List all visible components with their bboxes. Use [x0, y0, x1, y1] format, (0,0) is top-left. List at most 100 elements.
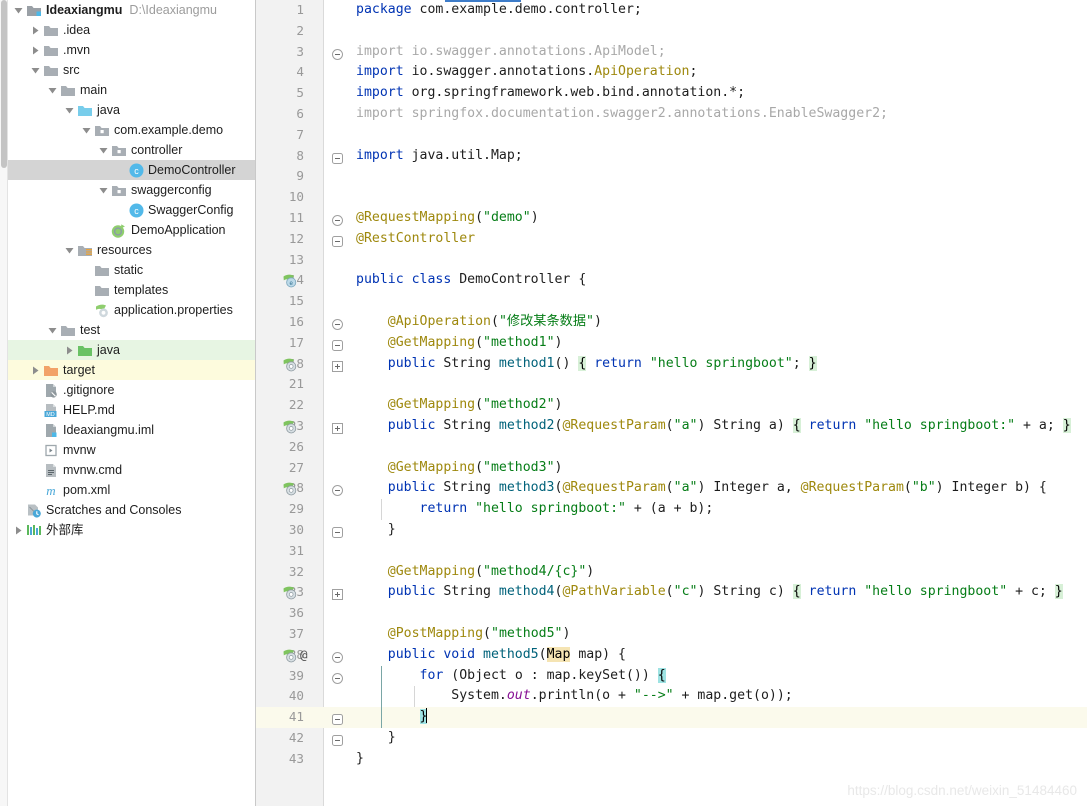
- tree-item-resources[interactable]: resources: [8, 240, 255, 260]
- code-line[interactable]: 31: [256, 541, 1087, 562]
- code-line[interactable]: 39 for (Object o : map.keySet()) {: [256, 665, 1087, 687]
- code-line[interactable]: 7: [256, 125, 1087, 146]
- tree-item-java[interactable]: java: [8, 100, 255, 120]
- spring-url-icon[interactable]: [282, 648, 297, 663]
- project-panel-scrollbar-thumb[interactable]: [1, 0, 7, 168]
- tree-item-controller[interactable]: controller: [8, 140, 255, 160]
- code-line[interactable]: 18 public String method1() { return "hel…: [256, 354, 1087, 375]
- code-line[interactable]: 16 @ApiOperation("修改某条数据"): [256, 312, 1087, 333]
- tree-item-.idea[interactable]: .idea: [8, 20, 255, 40]
- code-line[interactable]: 5 import org.springframework.web.bind.ann…: [256, 83, 1087, 104]
- fold-toggle-plus[interactable]: [332, 421, 343, 434]
- code-line[interactable]: 42 }: [256, 728, 1087, 749]
- chevron-down-icon[interactable]: [46, 320, 59, 340]
- spring-url-icon[interactable]: [282, 481, 297, 496]
- tree-item-ideaxiangmu.iml[interactable]: Ideaxiangmu.iml: [8, 420, 255, 440]
- chevron-right-icon[interactable]: [29, 20, 42, 40]
- chevron-down-icon[interactable]: [46, 80, 59, 100]
- code-line[interactable]: 17 @GetMapping("method1"): [256, 333, 1087, 354]
- chevron-down-icon[interactable]: [12, 0, 25, 20]
- chevron-down-icon[interactable]: [97, 140, 110, 160]
- fold-toggle-end-top[interactable]: [332, 671, 343, 684]
- tree-item-target[interactable]: target: [8, 360, 255, 380]
- tree-item-swaggerconfig[interactable]: swaggerconfig: [8, 180, 255, 200]
- project-tree[interactable]: Ideaxiangmu D:\Ideaxiangmu .idea .mvn src mai…: [8, 0, 255, 540]
- chevron-down-icon[interactable]: [97, 180, 110, 200]
- fold-toggle-end-top[interactable]: [332, 47, 343, 60]
- fold-toggle-end-top[interactable]: [332, 317, 343, 330]
- fold-toggle-end-bot[interactable]: [332, 712, 343, 726]
- code-lines[interactable]: 1 package com.example.demo.controller; 2 3 i…: [256, 0, 1087, 806]
- code-line[interactable]: 1 package com.example.demo.controller;: [256, 0, 1087, 21]
- code-line[interactable]: 3 import io.swagger.annotations.ApiModel;: [256, 42, 1087, 63]
- code-line[interactable]: 13: [256, 250, 1087, 271]
- spring-url-icon[interactable]: [282, 585, 297, 600]
- code-line[interactable]: 40 System.out.println(o + "-->" + map.ge…: [256, 686, 1087, 708]
- tree-item-pom.xml[interactable]: m pom.xml: [8, 480, 255, 500]
- code-line[interactable]: 26: [256, 437, 1087, 458]
- code-line[interactable]: 38 @ public void method5(Map map) {: [256, 645, 1087, 666]
- code-line[interactable]: 30 }: [256, 520, 1087, 541]
- tree-item-templates[interactable]: templates: [8, 280, 255, 300]
- chevron-right-icon[interactable]: [12, 520, 25, 540]
- tree-item-application.properties[interactable]: application.properties: [8, 300, 255, 320]
- fold-toggle-end-bot[interactable]: [332, 234, 343, 247]
- tree-item--[interactable]: 外部库: [8, 520, 255, 540]
- tree-item-main[interactable]: main: [8, 80, 255, 100]
- code-line[interactable]: 4 import io.swagger.annotations.ApiOperat…: [256, 62, 1087, 83]
- code-line[interactable]: 9: [256, 166, 1087, 187]
- code-line[interactable]: 37 @PostMapping("method5"): [256, 624, 1087, 645]
- tree-item-scratches-and-consoles[interactable]: Scratches and Consoles: [8, 500, 255, 520]
- tree-item-demoapplication[interactable]: DemoApplication: [8, 220, 255, 240]
- chevron-right-icon[interactable]: [29, 360, 42, 380]
- tree-item-com.example.demo[interactable]: com.example.demo: [8, 120, 255, 140]
- tree-item-mvnw.cmd[interactable]: mvnw.cmd: [8, 460, 255, 480]
- fold-toggle-end-top[interactable]: [332, 650, 343, 663]
- code-line[interactable]: 32 @GetMapping("method4/{c}"): [256, 562, 1087, 583]
- code-line[interactable]: 27 @GetMapping("method3"): [256, 458, 1087, 479]
- chevron-down-icon[interactable]: [63, 100, 76, 120]
- code-line[interactable]: 41 }: [256, 707, 1087, 728]
- code-line[interactable]: 6 import springfox.documentation.swagger2…: [256, 104, 1087, 125]
- chevron-right-icon[interactable]: [63, 340, 76, 360]
- tree-item-.gitignore[interactable]: .gitignore: [8, 380, 255, 400]
- annotation-marker-icon[interactable]: @: [300, 645, 308, 666]
- fold-toggle-end-bot[interactable]: [332, 525, 343, 538]
- chevron-right-icon[interactable]: [29, 40, 42, 60]
- code-line[interactable]: 21: [256, 374, 1087, 395]
- code-line[interactable]: 10: [256, 187, 1087, 208]
- fold-toggle-end-bot[interactable]: [332, 151, 343, 164]
- code-line[interactable]: 15: [256, 291, 1087, 312]
- code-line[interactable]: 11 @RequestMapping("demo"): [256, 208, 1087, 229]
- code-line[interactable]: 36: [256, 603, 1087, 624]
- fold-toggle-plus[interactable]: [332, 359, 343, 372]
- chevron-down-icon[interactable]: [80, 120, 93, 140]
- fold-toggle-plus[interactable]: [332, 587, 343, 601]
- spring-url-icon[interactable]: [282, 357, 297, 372]
- project-tool-window[interactable]: Ideaxiangmu D:\Ideaxiangmu .idea .mvn src mai…: [0, 0, 256, 806]
- tree-item-help.md[interactable]: MD HELP.md: [8, 400, 255, 420]
- tree-item-.mvn[interactable]: .mvn: [8, 40, 255, 60]
- chevron-down-icon[interactable]: [29, 60, 42, 80]
- code-line[interactable]: 33 public String method4(@PathVariable("…: [256, 582, 1087, 603]
- fold-toggle-end-bot[interactable]: [332, 733, 343, 746]
- tree-item-ideaxiangmu[interactable]: Ideaxiangmu D:\Ideaxiangmu: [8, 0, 255, 20]
- spring-url-icon[interactable]: [282, 419, 297, 434]
- chevron-down-icon[interactable]: [63, 240, 76, 260]
- tree-item-test[interactable]: test: [8, 320, 255, 340]
- code-line[interactable]: 12 @RestController: [256, 229, 1087, 250]
- code-line[interactable]: 2: [256, 21, 1087, 42]
- tree-item-mvnw[interactable]: mvnw: [8, 440, 255, 460]
- code-line[interactable]: 28 public String method3(@RequestParam("…: [256, 478, 1087, 499]
- code-line[interactable]: 23 public String method2(@RequestParam("…: [256, 416, 1087, 437]
- code-line[interactable]: 22 @GetMapping("method2"): [256, 395, 1087, 416]
- project-panel-scrollbar[interactable]: [0, 0, 8, 806]
- tree-item-swaggerconfig[interactable]: c SwaggerConfig: [8, 200, 255, 220]
- spring-bean-icon[interactable]: e: [282, 273, 297, 288]
- tree-item-src[interactable]: src: [8, 60, 255, 80]
- code-line[interactable]: 8 import java.util.Map;: [256, 146, 1087, 167]
- code-line[interactable]: 14 e public class DemoController {: [256, 270, 1087, 291]
- fold-toggle-end-top[interactable]: [332, 213, 343, 226]
- tree-item-static[interactable]: static: [8, 260, 255, 280]
- fold-toggle-end-top[interactable]: [332, 483, 343, 497]
